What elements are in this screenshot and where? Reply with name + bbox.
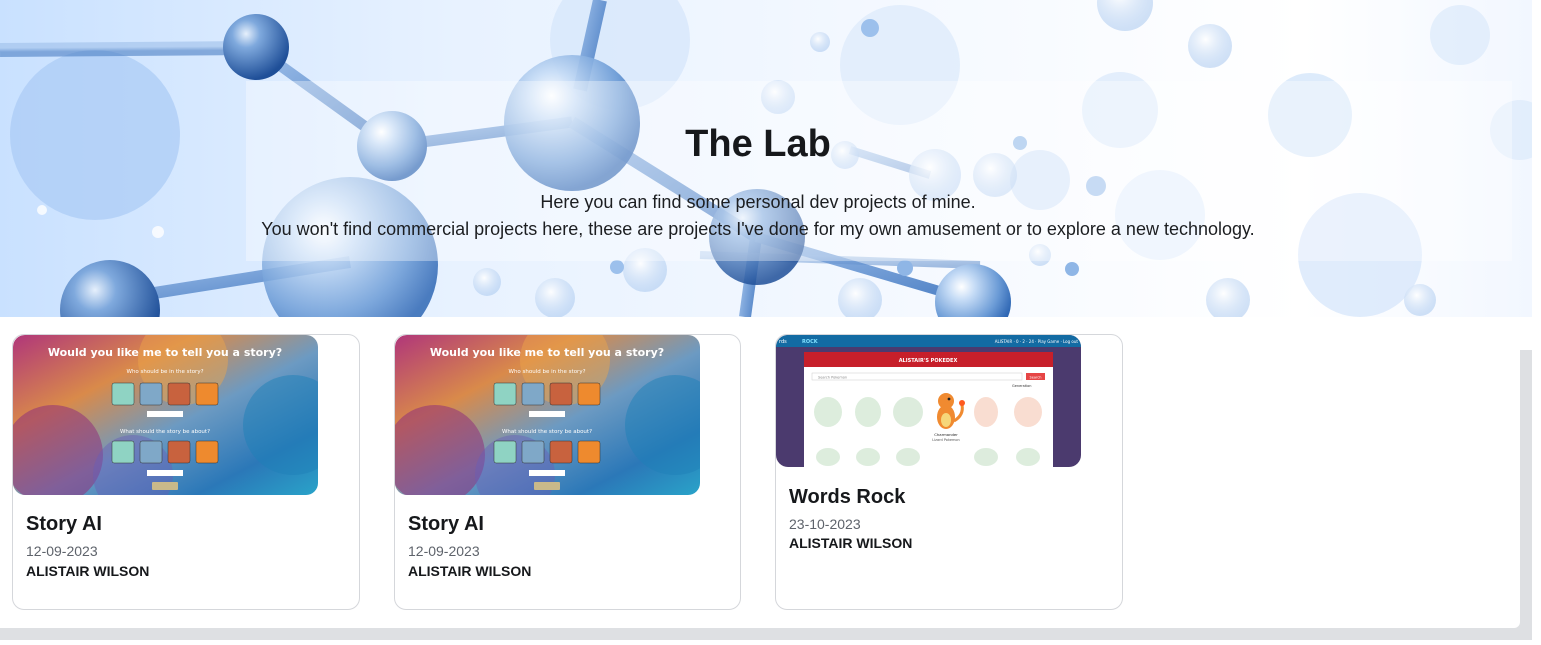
thumb-question-1: Who should be in the story? xyxy=(509,369,586,375)
project-date: 23-10-2023 xyxy=(789,516,861,532)
project-author: ALISTAIR WILSON xyxy=(789,535,913,551)
project-date: 12-09-2023 xyxy=(26,543,98,559)
thumb-pokedex-title: ALISTAIR'S POKEDEX xyxy=(899,358,958,364)
thumb-question-2: What should the story be about? xyxy=(502,429,592,435)
thumb-featured-name: Charmander xyxy=(934,432,958,437)
project-card-story-ai-2[interactable]: Would you like me to tell you a story? W… xyxy=(394,334,741,610)
thumb-generation: Generation xyxy=(1012,384,1032,388)
project-thumbnail: rds ROCK ALISTAIR · 0 · 2 · 24 · Play Ga… xyxy=(776,335,1081,467)
lab-page: The Lab Here you can find some personal … xyxy=(0,0,1541,645)
project-title[interactable]: Story AI xyxy=(408,511,484,537)
thumb-search-input: Search Pokemon xyxy=(818,376,847,380)
project-author: ALISTAIR WILSON xyxy=(408,563,532,579)
thumb-featured-type: Lizard Pokemon xyxy=(932,438,960,442)
project-card-story-ai[interactable]: Would you like me to tell you a story? W… xyxy=(12,334,360,610)
project-title[interactable]: Story AI xyxy=(26,511,102,537)
thumb-heading: Would you like me to tell you a story? xyxy=(48,346,282,359)
hero-banner: The Lab Here you can find some personal … xyxy=(0,0,1532,317)
project-author: ALISTAIR WILSON xyxy=(26,563,150,579)
thumb-search-button: Search xyxy=(1029,376,1041,380)
project-thumbnail: Would you like me to tell you a story? W… xyxy=(13,335,318,495)
hero-intro-line-2: You won't find commercial projects here,… xyxy=(261,219,1255,239)
thumb-brand-right: ROCK xyxy=(802,339,819,345)
project-thumbnail: Would you like me to tell you a story? W… xyxy=(395,335,700,495)
thumb-question-2: What should the story be about? xyxy=(120,429,210,435)
thumb-question-1: Who should be in the story? xyxy=(127,369,204,375)
project-card-words-rock[interactable]: rds ROCK ALISTAIR · 0 · 2 · 24 · Play Ga… xyxy=(775,334,1123,610)
hero-intro-line-1: Here you can find some personal dev proj… xyxy=(540,192,976,212)
project-title[interactable]: Words Rock xyxy=(789,484,905,510)
thumb-brand-left: rds xyxy=(779,339,787,345)
svg-text:ALISTAIR · 0 · 2 · 24 · Play G: ALISTAIR · 0 · 2 · 24 · Play Game · Log … xyxy=(995,339,1079,344)
page-title: The Lab xyxy=(685,123,831,165)
thumb-heading: Would you like me to tell you a story? xyxy=(430,346,664,359)
project-date: 12-09-2023 xyxy=(408,543,480,559)
